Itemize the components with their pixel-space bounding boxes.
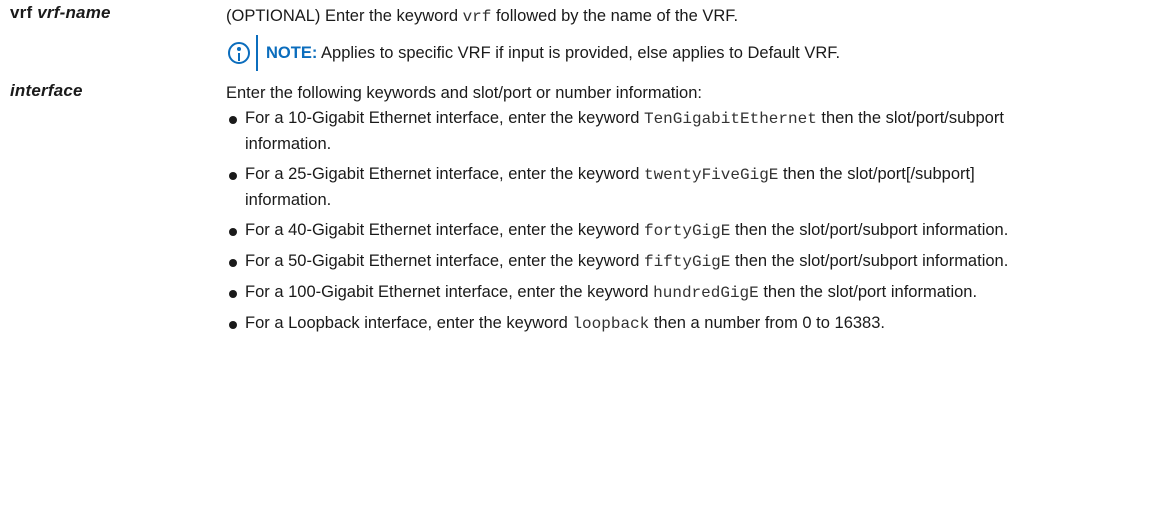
note-text: Applies to specific VRF if input is prov… [317, 43, 841, 62]
param-description-vrf: (OPTIONAL) Enter the keyword vrf followe… [226, 4, 738, 30]
list-item: For a 10-Gigabit Ethernet interface, ent… [226, 106, 1046, 157]
item-text-post: then the slot/port/subport information. [730, 252, 1009, 270]
item-text-pre: For a 50-Gigabit Ethernet interface, ent… [245, 252, 644, 270]
list-item: For a 50-Gigabit Ethernet interface, ent… [226, 249, 1046, 275]
item-text-pre: For a 10-Gigabit Ethernet interface, ent… [245, 109, 644, 127]
item-code: twentyFiveGigE [643, 166, 779, 184]
term-keyword: vrf [10, 3, 33, 22]
item-text-post: then a number from 0 to 16383. [649, 314, 885, 332]
desc-text-pre: (OPTIONAL) Enter the keyword [226, 7, 463, 25]
info-icon [228, 42, 250, 64]
note-label: NOTE: [266, 43, 318, 62]
item-text-post: then the slot/port/subport information. [730, 221, 1009, 239]
list-item: For a 40-Gigabit Ethernet interface, ent… [226, 218, 1046, 244]
param-term-vrf: vrf vrf-name [10, 3, 111, 23]
item-code: fortyGigE [643, 222, 731, 240]
item-text-pre: For a 25-Gigabit Ethernet interface, ent… [245, 165, 644, 183]
item-code: hundredGigE [653, 284, 759, 302]
desc-code: vrf [462, 8, 492, 26]
item-code: loopback [572, 315, 650, 333]
list-item: For a 100-Gigabit Ethernet interface, en… [226, 280, 1046, 306]
list-item: For a 25-Gigabit Ethernet interface, ent… [226, 162, 1046, 213]
interface-options-list: For a 10-Gigabit Ethernet interface, ent… [226, 106, 1046, 342]
note-divider [256, 35, 258, 71]
term-parameter: interface [10, 81, 83, 100]
list-item: For a Loopback interface, enter the keyw… [226, 311, 1046, 337]
item-text-pre: For a Loopback interface, enter the keyw… [245, 314, 573, 332]
param-term-interface: interface [10, 81, 83, 101]
item-code: fiftyGigE [643, 253, 731, 271]
item-text-pre: For a 40-Gigabit Ethernet interface, ent… [245, 221, 644, 239]
desc-text-post: followed by the name of the VRF. [491, 7, 739, 25]
note-box: NOTE: Applies to specific VRF if input i… [226, 33, 840, 73]
item-code: TenGigabitEthernet [643, 110, 817, 128]
note-content: NOTE: Applies to specific VRF if input i… [266, 44, 840, 63]
param-description-interface: Enter the following keywords and slot/po… [226, 84, 702, 102]
item-text-pre: For a 100-Gigabit Ethernet interface, en… [245, 283, 654, 301]
item-text-post: then the slot/port information. [758, 283, 978, 301]
term-parameter: vrf-name [37, 3, 111, 22]
